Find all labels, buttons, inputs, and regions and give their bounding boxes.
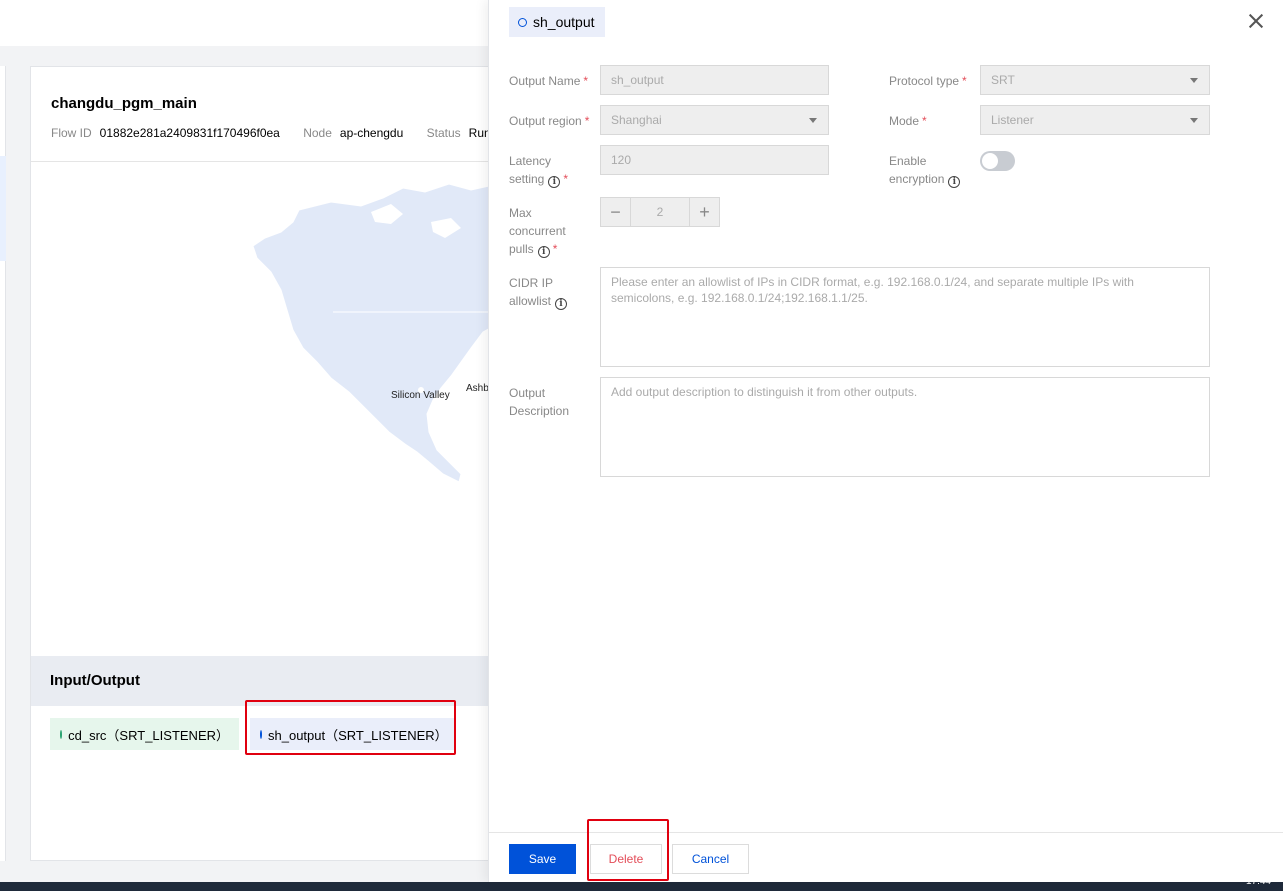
encryption-toggle[interactable] [980, 151, 1015, 171]
mode-select[interactable]: Listener [980, 105, 1210, 135]
minus-icon[interactable]: − [601, 198, 631, 226]
output-region-select[interactable]: Shanghai [600, 105, 829, 135]
drawer-title-text: sh_output [533, 14, 595, 30]
info-icon[interactable]: i [537, 246, 550, 258]
max-pulls-label: Max concurrent pulls i * [509, 206, 566, 258]
drawer-title: sh_output [509, 7, 605, 37]
flow-title: changdu_pgm_main [51, 95, 197, 112]
close-icon[interactable] [1247, 12, 1265, 30]
output-name-input[interactable]: sh_output [600, 65, 829, 95]
info-icon[interactable]: i [548, 176, 561, 188]
status-dot-icon [60, 729, 63, 739]
cidr-label: CIDR IP allowlist i [509, 274, 568, 310]
save-button[interactable]: Save [509, 844, 576, 874]
node-value: ap-chengdu [339, 126, 404, 140]
status-label: Status [426, 126, 461, 140]
description-label: Output Description [509, 386, 570, 418]
output-region-label: Output region * [509, 114, 590, 128]
world-map: Silicon Valley Ashb [31, 162, 501, 656]
flow-id-value: 01882e281a2409831f170496f0ea [99, 126, 280, 140]
input-chip-cd-src[interactable]: cd_src（SRT_LISTENER） [50, 718, 239, 750]
status-dot-icon [518, 17, 527, 27]
protocol-type-label: Protocol type * [889, 74, 967, 88]
protocol-type-select[interactable]: SRT [980, 65, 1210, 95]
max-pulls-stepper: − 2 + [600, 197, 720, 227]
sidebar-selected-item[interactable] [0, 156, 6, 261]
highlight-box-delete [587, 819, 669, 881]
output-edit-drawer: sh_output Output Name * sh_output Protoco… [488, 0, 1283, 882]
max-pulls-value[interactable]: 2 [631, 198, 689, 226]
flow-meta: Flow ID 01882e281a2409831f170496f0ea Node… [51, 126, 520, 140]
mode-label: Mode * [889, 114, 927, 128]
output-name-label: Output Name * [509, 74, 589, 88]
cidr-allowlist-textarea[interactable]: Please enter an allowlist of IPs in CIDR… [600, 267, 1210, 367]
input-chip-label: cd_src（SRT_LISTENER） [68, 727, 229, 743]
info-icon[interactable]: i [948, 176, 961, 188]
map-label-silicon-valley: Silicon Valley [391, 390, 450, 401]
drawer-footer: Save Delete Cancel [489, 819, 1283, 882]
node-label: Node [303, 126, 332, 140]
latency-label: Latency setting i * [509, 154, 569, 188]
cancel-button[interactable]: Cancel [672, 844, 749, 874]
highlight-box-output-chip [245, 700, 456, 755]
map-label-ashburn: Ashb [466, 383, 489, 394]
io-header: Input/Output [31, 656, 501, 706]
north-america-map-graphic [252, 183, 501, 483]
flow-id-label: Flow ID [51, 126, 92, 140]
io-title: Input/Output [50, 672, 140, 689]
toggle-knob [982, 153, 998, 169]
output-description-textarea[interactable]: Add output description to distinguish it… [600, 377, 1210, 477]
info-icon[interactable]: i [555, 298, 568, 310]
taskbar: 17:44 [0, 876, 1283, 891]
plus-icon[interactable]: + [689, 198, 719, 226]
left-sidebar [0, 66, 6, 861]
encryption-label: Enable encryption i [889, 152, 961, 188]
latency-input[interactable]: 120 [600, 145, 829, 175]
